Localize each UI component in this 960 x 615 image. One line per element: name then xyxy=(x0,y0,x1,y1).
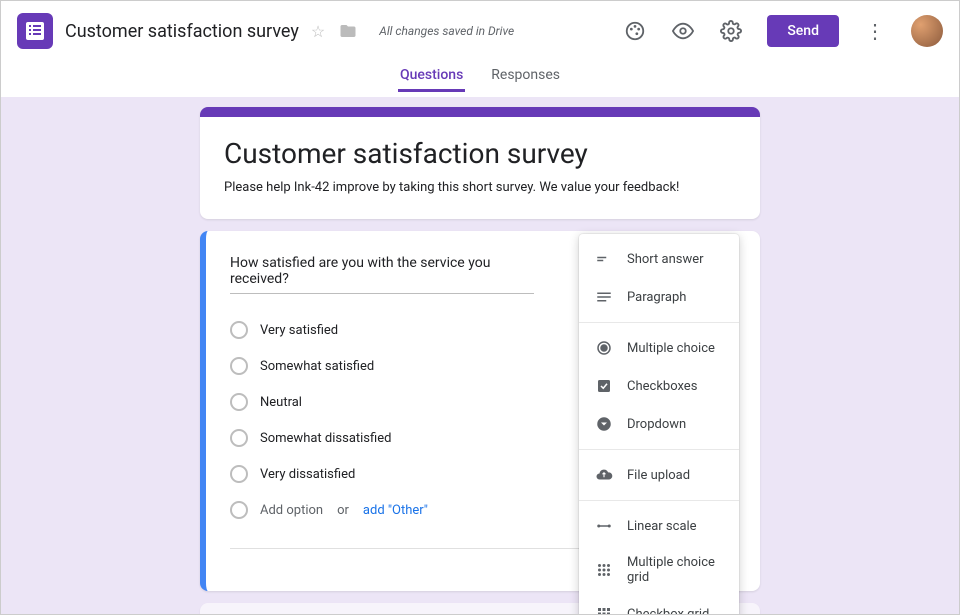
menu-item-file-upload[interactable]: File upload xyxy=(579,456,739,494)
option-label[interactable]: Somewhat satisfied xyxy=(260,359,374,374)
form-header-card[interactable]: Customer satisfaction survey Please help… xyxy=(200,107,760,219)
menu-item-short-answer[interactable]: Short answer xyxy=(579,240,739,278)
form-title[interactable]: Customer satisfaction survey xyxy=(224,137,736,170)
menu-label: Multiple choice grid xyxy=(627,555,723,585)
menu-item-multiple-choice[interactable]: Multiple choice xyxy=(579,329,739,367)
option-label[interactable]: Neutral xyxy=(260,395,302,410)
radio-icon xyxy=(230,465,248,483)
linear-scale-icon xyxy=(595,517,613,535)
more-button[interactable]: ⋮ xyxy=(857,13,893,49)
folder-icon[interactable] xyxy=(339,22,357,40)
radio-icon xyxy=(230,357,248,375)
menu-label: File upload xyxy=(627,468,690,483)
menu-item-dropdown[interactable]: Dropdown xyxy=(579,405,739,443)
radio-icon xyxy=(230,393,248,411)
theme-button[interactable] xyxy=(617,13,653,49)
menu-label: Paragraph xyxy=(627,290,686,305)
menu-label: Short answer xyxy=(627,252,704,267)
or-label: or xyxy=(337,503,349,518)
grid-dots-icon xyxy=(595,561,613,579)
menu-label: Checkboxes xyxy=(627,379,697,394)
forms-logo[interactable] xyxy=(17,13,53,49)
settings-button[interactable] xyxy=(713,13,749,49)
option-label[interactable]: Very dissatisfied xyxy=(260,467,355,482)
tab-questions[interactable]: Questions xyxy=(398,61,465,92)
star-icon[interactable]: ☆ xyxy=(311,22,325,41)
grid-squares-icon xyxy=(595,605,613,614)
menu-item-mc-grid[interactable]: Multiple choice grid xyxy=(579,545,739,595)
radio-icon xyxy=(230,501,248,519)
menu-item-paragraph[interactable]: Paragraph xyxy=(579,278,739,316)
radio-icon xyxy=(230,429,248,447)
tabs: Questions Responses xyxy=(1,61,959,97)
avatar[interactable] xyxy=(911,15,943,47)
tab-responses[interactable]: Responses xyxy=(489,61,562,89)
question-type-menu: Short answer Paragraph Multiple choice C… xyxy=(579,234,739,614)
preview-button[interactable] xyxy=(665,13,701,49)
question-text[interactable]: How satisfied are you with the service y… xyxy=(230,255,534,294)
short-answer-icon xyxy=(595,250,613,268)
form-canvas: Customer satisfaction survey Please help… xyxy=(1,97,959,614)
option-label[interactable]: Very satisfied xyxy=(260,323,338,338)
radio-icon xyxy=(595,339,613,357)
app-header: Customer satisfaction survey ☆ All chang… xyxy=(1,1,959,61)
checkbox-icon xyxy=(595,377,613,395)
cloud-upload-icon xyxy=(595,466,613,484)
send-button[interactable]: Send xyxy=(767,15,839,47)
menu-label: Checkbox grid xyxy=(627,607,709,615)
menu-item-linear-scale[interactable]: Linear scale xyxy=(579,507,739,545)
form-description[interactable]: Please help Ink-42 improve by taking thi… xyxy=(224,180,736,195)
add-other-link[interactable]: add "Other" xyxy=(363,503,428,518)
menu-label: Dropdown xyxy=(627,417,686,432)
menu-item-checkbox-grid[interactable]: Checkbox grid xyxy=(579,595,739,614)
radio-icon xyxy=(230,321,248,339)
menu-item-checkboxes[interactable]: Checkboxes xyxy=(579,367,739,405)
paragraph-icon xyxy=(595,288,613,306)
add-option-label[interactable]: Add option xyxy=(260,503,323,518)
option-label[interactable]: Somewhat dissatisfied xyxy=(260,431,391,446)
menu-label: Linear scale xyxy=(627,519,697,534)
dropdown-icon xyxy=(595,415,613,433)
save-status: All changes saved in Drive xyxy=(379,24,514,38)
document-title[interactable]: Customer satisfaction survey xyxy=(65,21,299,42)
menu-label: Multiple choice xyxy=(627,341,715,356)
